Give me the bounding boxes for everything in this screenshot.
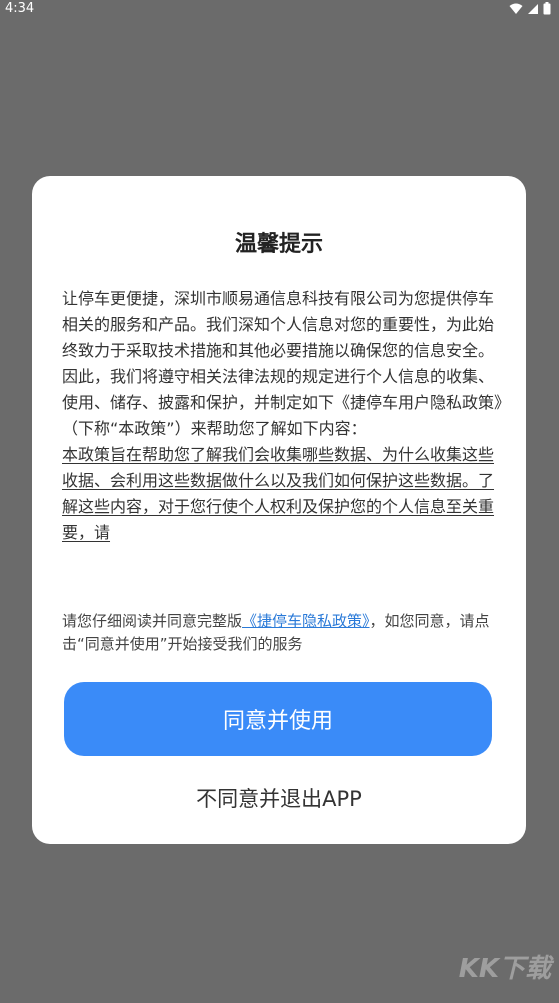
watermark-logo: KK下载 xyxy=(458,954,551,984)
notice-prefix: 请您仔细阅读并同意完整版 xyxy=(62,612,243,630)
policy-body-text: 让停车更便捷，深圳市顺易通信息科技有限公司为您提供停车相关的服务和产品。我们深知… xyxy=(62,289,503,438)
privacy-policy-link[interactable]: 《捷停车隐私政策》 xyxy=(242,612,370,630)
status-time: 4:34 xyxy=(5,1,35,16)
status-icons xyxy=(509,2,551,15)
signal-icon xyxy=(528,3,538,14)
policy-scroll-area[interactable]: 让停车更便捷，深圳市顺易通信息科技有限公司为您提供停车相关的服务和产品。我们深知… xyxy=(62,286,504,571)
agreement-notice: 请您仔细阅读并同意完整版《捷停车隐私政策》，如您同意，请点击“同意并使用”开始接… xyxy=(62,610,504,656)
dialog-title: 温馨提示 xyxy=(234,232,323,257)
agree-and-use-button[interactable]: 同意并使用 xyxy=(64,682,492,756)
disagree-exit-button[interactable]: 不同意并退出APP xyxy=(32,783,526,813)
policy-underlined-text: 本政策旨在帮助您了解我们会收集哪些数据、为什么收集这些收据、会利用这些数据做什么… xyxy=(62,445,495,542)
status-bar: 4:34 xyxy=(0,0,559,18)
privacy-dialog: 温馨提示 让停车更便捷，深圳市顺易通信息科技有限公司为您提供停车相关的服务和产品… xyxy=(32,176,526,844)
battery-icon xyxy=(543,2,551,15)
wifi-icon xyxy=(509,3,523,14)
